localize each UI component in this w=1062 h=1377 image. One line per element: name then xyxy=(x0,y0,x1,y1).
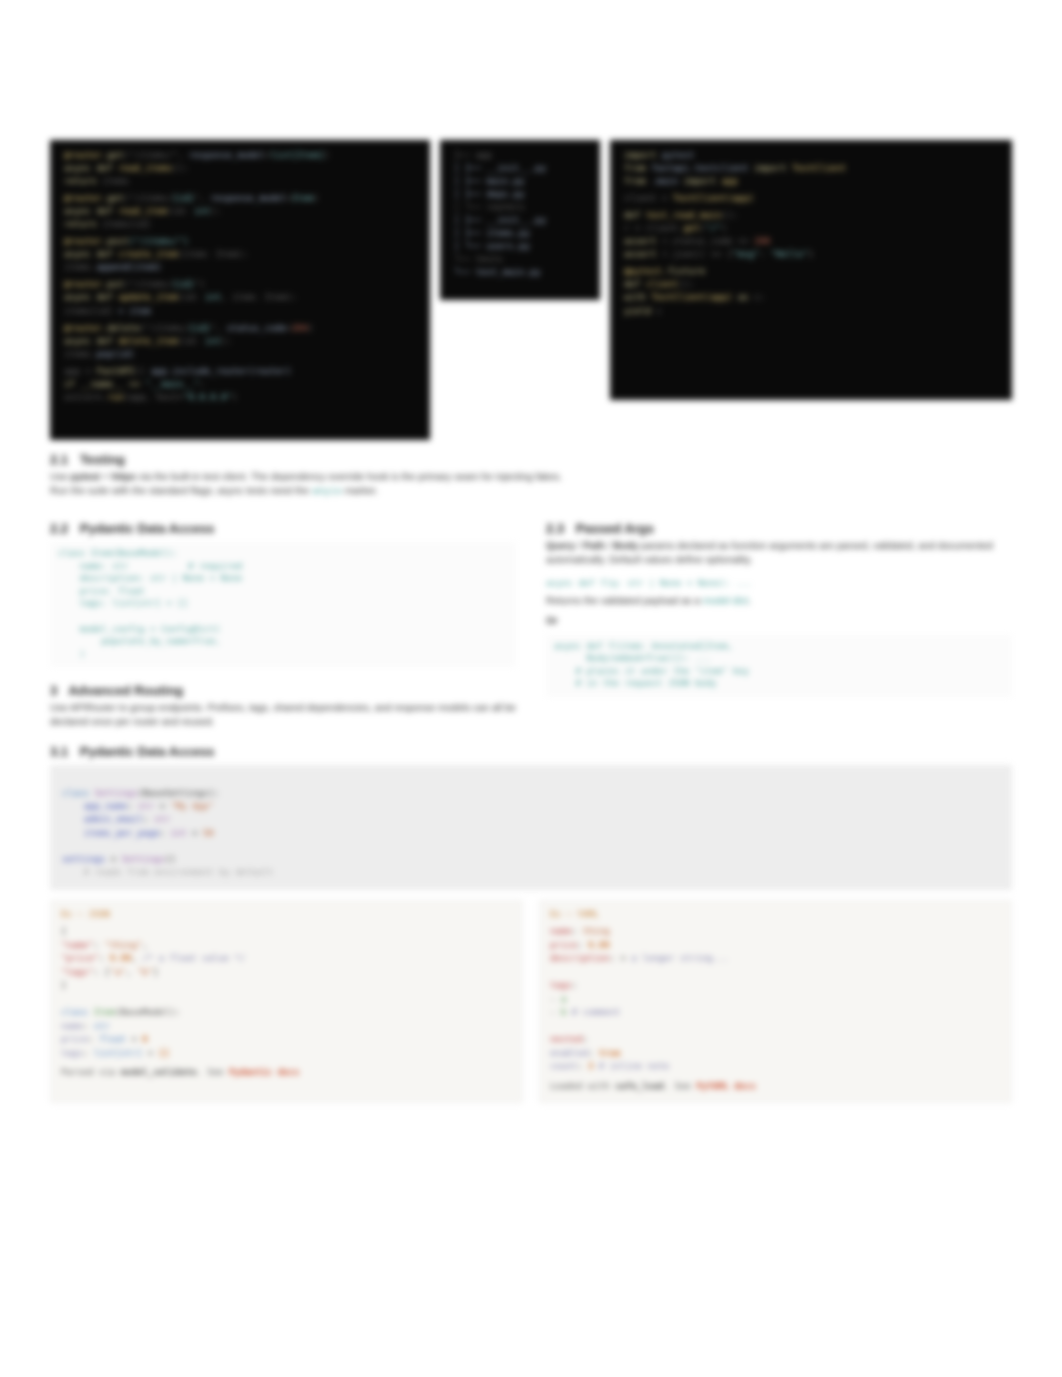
section-3-body: Use APIRouter to group endpoints. Prefix… xyxy=(50,702,516,730)
section-number: 3.1 xyxy=(50,744,68,759)
section-23-heading: 2.3 Passed Args xyxy=(546,521,1012,536)
example-json-box: Ex — JSON { "name": "thing", "price": 9.… xyxy=(50,900,523,1104)
section-23-body: Query / Path / Body params declared as f… xyxy=(546,540,1012,568)
section-23-or: Or xyxy=(546,616,558,627)
code-panel-routes: @router.get("/items/", response_model=li… xyxy=(50,140,430,440)
example-yaml-title: Ex — YAML xyxy=(550,909,1001,923)
section-3-heading: 3 Advanced Routing xyxy=(50,683,516,698)
code-panel-tests: import pytest from fastapi.testclient im… xyxy=(610,140,1012,400)
example-json-footer: Parsed via model_validate. See Pydantic … xyxy=(61,1067,512,1081)
section-23-note: Returns the validated payload as a model… xyxy=(546,595,1012,609)
section-22-heading: 2.2 Pydantic Data Access xyxy=(50,521,516,536)
section-title: Advanced Routing xyxy=(68,683,183,698)
section-number: 2.1 xyxy=(50,452,68,467)
section-number: 2.3 xyxy=(546,521,564,536)
section-number: 3 xyxy=(50,683,57,698)
page: @router.get("/items/", response_model=li… xyxy=(0,0,1062,1153)
section-23-code2: async def f(item: Annotated[Item, Body(e… xyxy=(546,635,1012,697)
section-21-heading: 2.1 Testing xyxy=(50,452,1012,467)
example-yaml-box: Ex — YAML name: thing price: 9.99 descri… xyxy=(539,900,1012,1104)
section-31-code: class Settings(BaseSettings): app_name: … xyxy=(50,765,1012,889)
section-31-heading: 3.1 Pydantic Data Access xyxy=(50,744,1012,759)
section-title: Testing xyxy=(80,452,125,467)
section-title: Pydantic Data Access xyxy=(80,521,215,536)
section-number: 2.2 xyxy=(50,521,68,536)
example-yaml-footer: Loaded with safe_load. See PyYAML docs xyxy=(550,1081,1001,1095)
section-title: Passed Args xyxy=(576,521,654,536)
section-22-code: class Item(BaseModel): name: str # requi… xyxy=(50,542,516,667)
section-21-body: Use pytest + httpx via the built-in test… xyxy=(50,471,1012,485)
section-title: Pydantic Data Access xyxy=(80,744,215,759)
code-panels-row: @router.get("/items/", response_model=li… xyxy=(50,140,1012,440)
code-panel-tree: ├── app │ ├── __init__.py │ ├── main.py … xyxy=(440,140,600,300)
example-json-title: Ex — JSON xyxy=(61,909,512,923)
section-23-inline-code: async def f(q: str | None = None): ... xyxy=(546,574,1012,595)
section-21-body2: Run the suite with the standard flags; a… xyxy=(50,485,1012,499)
